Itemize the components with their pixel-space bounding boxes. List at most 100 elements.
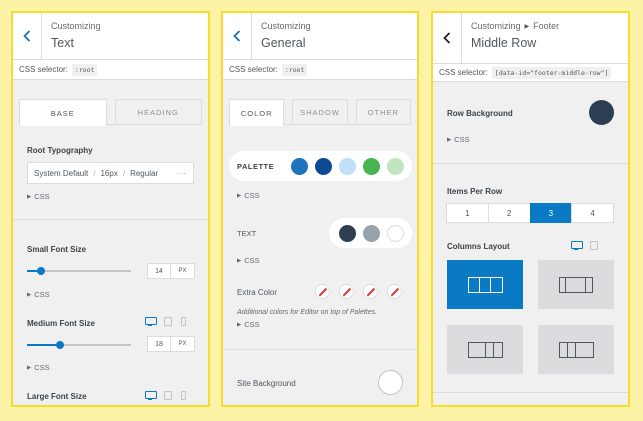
back-button[interactable] bbox=[13, 13, 42, 59]
items-per-row-label: Items Per Row bbox=[447, 187, 503, 196]
caret-right-icon: ▶ bbox=[524, 23, 530, 30]
css-selector-value: :root bbox=[281, 63, 308, 76]
extra-color-1-empty-icon[interactable] bbox=[315, 284, 330, 299]
medium-font-slider[interactable] bbox=[27, 341, 131, 349]
medium-font-input[interactable]: 18 PX bbox=[147, 336, 195, 352]
device-switcher bbox=[145, 391, 186, 400]
number-value: 14 bbox=[148, 264, 171, 278]
back-button[interactable] bbox=[433, 13, 462, 63]
text-panel: Customizing Text CSS selector: :root BAS… bbox=[11, 11, 210, 407]
text-color-2[interactable] bbox=[363, 225, 380, 242]
extra-color-label: Extra Color bbox=[237, 288, 278, 297]
palette-color-5[interactable] bbox=[387, 158, 404, 175]
slider-handle[interactable] bbox=[37, 267, 45, 275]
tablet-icon[interactable] bbox=[590, 241, 598, 250]
tab-bar: BASE HEADING bbox=[19, 99, 202, 126]
caret-right-icon: ▶ bbox=[27, 364, 32, 371]
layout-option-wide-right[interactable] bbox=[538, 325, 614, 374]
tab-heading[interactable]: HEADING bbox=[114, 99, 202, 124]
more-icon: ··· bbox=[176, 168, 187, 178]
css-selector: CSS selector: [data-id="footer-middle-ro… bbox=[433, 64, 628, 82]
tab-shadow[interactable]: SHADOW bbox=[292, 99, 348, 124]
chevron-left-icon bbox=[23, 30, 31, 42]
palette-color-1[interactable] bbox=[291, 158, 308, 175]
tab-base[interactable]: BASE bbox=[19, 99, 107, 126]
font-family-value: System Default bbox=[34, 168, 89, 178]
panel-header: Customizing ▶ Footer Middle Row bbox=[433, 13, 628, 64]
extra-color-2-empty-icon[interactable] bbox=[339, 284, 354, 299]
caret-right-icon: ▶ bbox=[447, 136, 452, 143]
tab-other[interactable]: OTHER bbox=[355, 99, 411, 124]
palette-label: PALETTE bbox=[237, 162, 275, 171]
breadcrumb: Customizing ▶ Footer bbox=[471, 21, 560, 31]
chevron-left-icon bbox=[233, 30, 241, 42]
site-background-label: Site Background bbox=[237, 379, 296, 388]
caret-right-icon: ▶ bbox=[237, 257, 242, 264]
css-toggle[interactable]: ▶ CSS bbox=[237, 320, 260, 329]
items-option-1[interactable]: 1 bbox=[446, 203, 489, 223]
css-toggle[interactable]: ▶ CSS bbox=[237, 191, 260, 200]
number-value: 18 bbox=[148, 337, 171, 351]
text-color-1[interactable] bbox=[339, 225, 356, 242]
row-background-label: Row Background bbox=[447, 109, 513, 118]
css-selector-value: :root bbox=[71, 63, 98, 76]
small-font-slider[interactable] bbox=[27, 267, 131, 275]
palette-color-2[interactable] bbox=[315, 158, 332, 175]
layout-option-wide-left[interactable] bbox=[447, 325, 523, 374]
footer-middle-row-panel: Customizing ▶ Footer Middle Row CSS sele… bbox=[431, 11, 630, 407]
items-per-row-selector: 1 2 3 4 bbox=[446, 203, 614, 223]
css-toggle[interactable]: ▶ CSS bbox=[447, 135, 470, 144]
extra-color-4-empty-icon[interactable] bbox=[387, 284, 402, 299]
caret-right-icon: ▶ bbox=[237, 192, 242, 199]
panel-header: Customizing Text bbox=[13, 13, 208, 60]
items-option-3[interactable]: 3 bbox=[529, 203, 573, 223]
items-option-2[interactable]: 2 bbox=[487, 203, 531, 223]
breadcrumb: Customizing bbox=[261, 21, 311, 31]
unit-label: PX bbox=[178, 341, 187, 347]
mobile-icon[interactable] bbox=[181, 317, 186, 326]
row-background-swatch[interactable] bbox=[589, 100, 614, 125]
css-toggle[interactable]: ▶ CSS bbox=[237, 256, 260, 265]
desktop-icon[interactable] bbox=[145, 317, 157, 326]
css-selector: CSS selector: :root bbox=[13, 60, 208, 80]
palette-color-3[interactable] bbox=[339, 158, 356, 175]
three-columns-icon bbox=[558, 341, 594, 358]
medium-font-size-label: Medium Font Size bbox=[27, 319, 95, 328]
typography-picker[interactable]: System Default / 16px / Regular ··· bbox=[27, 162, 194, 184]
breadcrumb: Customizing bbox=[51, 21, 101, 31]
unit-label: PX bbox=[178, 268, 187, 274]
css-toggle[interactable]: ▶ CSS bbox=[27, 192, 50, 201]
items-option-4[interactable]: 4 bbox=[571, 203, 614, 223]
back-button[interactable] bbox=[223, 13, 252, 59]
tab-color[interactable]: COLOR bbox=[229, 99, 285, 126]
caret-right-icon: ▶ bbox=[27, 291, 32, 298]
general-panel: Customizing General CSS selector: :root … bbox=[221, 11, 419, 407]
three-columns-icon bbox=[467, 341, 503, 358]
panel-title: Middle Row bbox=[471, 36, 537, 50]
tablet-icon[interactable] bbox=[164, 317, 172, 326]
mobile-icon[interactable] bbox=[181, 391, 186, 400]
desktop-icon[interactable] bbox=[145, 391, 157, 400]
caret-right-icon: ▶ bbox=[27, 193, 32, 200]
extra-color-3-empty-icon[interactable] bbox=[363, 284, 378, 299]
layout-option-wide-center[interactable] bbox=[538, 260, 614, 309]
small-font-input[interactable]: 14 PX bbox=[147, 263, 195, 279]
extra-color-note: Additional colors for Editor on top of P… bbox=[237, 309, 378, 316]
device-switcher bbox=[571, 241, 598, 250]
tablet-icon[interactable] bbox=[164, 391, 172, 400]
columns-layout-label: Columns Layout bbox=[447, 242, 510, 251]
css-selector: CSS selector: :root bbox=[223, 60, 417, 80]
css-toggle[interactable]: ▶ CSS bbox=[27, 290, 50, 299]
palette-color-4[interactable] bbox=[363, 158, 380, 175]
caret-right-icon: ▶ bbox=[237, 321, 242, 328]
site-background-swatch[interactable] bbox=[378, 370, 403, 395]
layout-option-equal-thirds[interactable] bbox=[447, 260, 523, 309]
small-font-size-label: Small Font Size bbox=[27, 245, 87, 254]
panel-title: Text bbox=[51, 36, 74, 50]
css-toggle[interactable]: ▶ CSS bbox=[27, 363, 50, 372]
device-switcher bbox=[145, 317, 186, 326]
slider-handle[interactable] bbox=[56, 341, 64, 349]
text-color-3[interactable] bbox=[387, 225, 404, 242]
font-weight-value: Regular bbox=[130, 168, 159, 178]
desktop-icon[interactable] bbox=[571, 241, 583, 250]
